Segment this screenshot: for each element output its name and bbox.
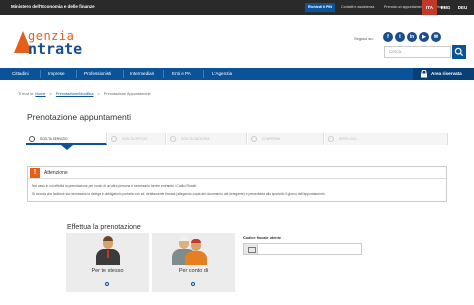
linkedin-icon[interactable]: in — [407, 32, 417, 42]
step-scelta-ufficio: SCELTA UFFICIO — [108, 133, 166, 145]
warning-icon: ! — [30, 168, 40, 178]
gears-icon — [29, 136, 35, 142]
step-scelta-data: SCELTA DATA/ORA — [167, 133, 247, 145]
step-scelta-servizio: SCELTA SERVIZIO — [26, 133, 107, 145]
breadcrumb-current: Prenotazione Appuntamenti — [103, 92, 151, 96]
codice-fiscale-input[interactable] — [243, 243, 362, 255]
option-other-card[interactable]: Per conto di — [152, 233, 235, 292]
person-icon — [184, 239, 208, 265]
breadcrumb: Ti trovi in: Home > Prenotazione/Modific… — [18, 92, 151, 96]
step-label: SCELTA UFFICIO — [122, 137, 148, 141]
logo-text-line2: ntrate — [28, 40, 83, 58]
attention-box: ! Attenzione Nel caso in cui effettui la… — [27, 166, 447, 202]
step-conferma: CONFERMA — [248, 133, 324, 145]
lock-icon — [421, 70, 427, 78]
step-label: RIEPILOGO — [339, 137, 357, 141]
wizard-steps: SCELTA SERVIZIO SCELTA UFFICIO SCELTA DA… — [26, 133, 448, 145]
nav-item-intermediari[interactable]: Intermediari — [124, 68, 154, 80]
option-other-label: Per conto di — [178, 268, 209, 274]
booking-subtitle: Effettua la prenotazione — [67, 224, 141, 231]
area-riservata-button[interactable]: Area riservata — [413, 68, 474, 80]
breadcrumb-prenotazione-modifica[interactable]: Prenotazione/Modifica — [56, 92, 94, 96]
newsletter-icon[interactable]: ✉ — [431, 32, 441, 42]
main-nav: Cittadini Imprese Professionisti Interme… — [0, 68, 474, 80]
office-icon — [111, 136, 117, 142]
calendar-icon — [170, 136, 176, 142]
nav-item-imprese[interactable]: Imprese — [42, 68, 65, 80]
nav-item-professionisti[interactable]: Professionisti — [78, 68, 111, 80]
person-icon — [94, 235, 122, 265]
attention-title: Attenzione — [44, 170, 68, 176]
step-riepilogo: RIEPILOGO — [325, 133, 448, 145]
option-self-radio[interactable] — [105, 282, 109, 286]
codice-fiscale-label: Codice fiscale utente — [243, 236, 281, 240]
step-label: SCELTA SERVIZIO — [40, 137, 68, 141]
lang-eng[interactable]: ENG — [438, 0, 453, 15]
prenota-link[interactable]: Prenota un appuntamento — [384, 3, 426, 12]
agenzia-entrate-logo[interactable]: genzia ntrate — [14, 29, 124, 59]
nav-divider — [203, 70, 204, 78]
attention-text-2: Si ricorda che laddove sia necessaria la… — [32, 192, 326, 196]
nav-item-agenzia[interactable]: L'Agenzia — [206, 68, 232, 80]
facebook-icon[interactable]: f — [383, 32, 393, 42]
lang-ita[interactable]: ITA — [422, 0, 437, 15]
option-other-radio[interactable] — [191, 282, 195, 286]
area-riservata-label: Area riservata — [431, 71, 462, 76]
search-button[interactable] — [452, 45, 466, 59]
nav-item-cittadini[interactable]: Cittadini — [6, 68, 29, 80]
nav-divider — [163, 70, 164, 78]
top-bar: Ministero dell'Economia e delle finanze … — [0, 0, 474, 15]
nav-item-enti-pa[interactable]: Enti e PA — [166, 68, 191, 80]
step-label: SCELTA DATA/ORA — [181, 137, 210, 141]
active-step-arrow — [61, 145, 73, 150]
contatti-link[interactable]: Contatti e assistenza — [341, 3, 374, 12]
ministry-label: Ministero dell'Economia e delle finanze — [11, 4, 95, 9]
option-self-label: Per te stesso — [91, 268, 124, 274]
search-icon — [454, 47, 464, 57]
youtube-icon[interactable]: ▶ — [419, 32, 429, 42]
step-label: CONFERMA — [262, 137, 281, 141]
attention-header: ! Attenzione — [28, 167, 446, 179]
seguici-label: Seguici su: — [354, 36, 374, 41]
richiedi-pin-button[interactable]: Richiedi il PIN — [305, 3, 335, 12]
breadcrumb-prefix: Ti trovi in: — [18, 92, 35, 96]
breadcrumb-home[interactable]: Home — [35, 92, 45, 96]
id-card-icon — [244, 244, 258, 254]
page-title: Prenotazione appuntamenti — [27, 112, 131, 122]
option-self-card[interactable]: Per te stesso — [66, 233, 149, 292]
twitter-icon[interactable]: t — [395, 32, 405, 42]
lang-deu[interactable]: DEU — [455, 0, 470, 15]
check-icon — [251, 136, 257, 142]
summary-icon — [328, 136, 334, 142]
attention-text-1: Nel caso in cui effettui la prenotazione… — [32, 184, 197, 188]
nav-divider — [40, 70, 41, 78]
search-input[interactable]: Cerca... — [384, 46, 451, 58]
nav-divider — [76, 70, 77, 78]
